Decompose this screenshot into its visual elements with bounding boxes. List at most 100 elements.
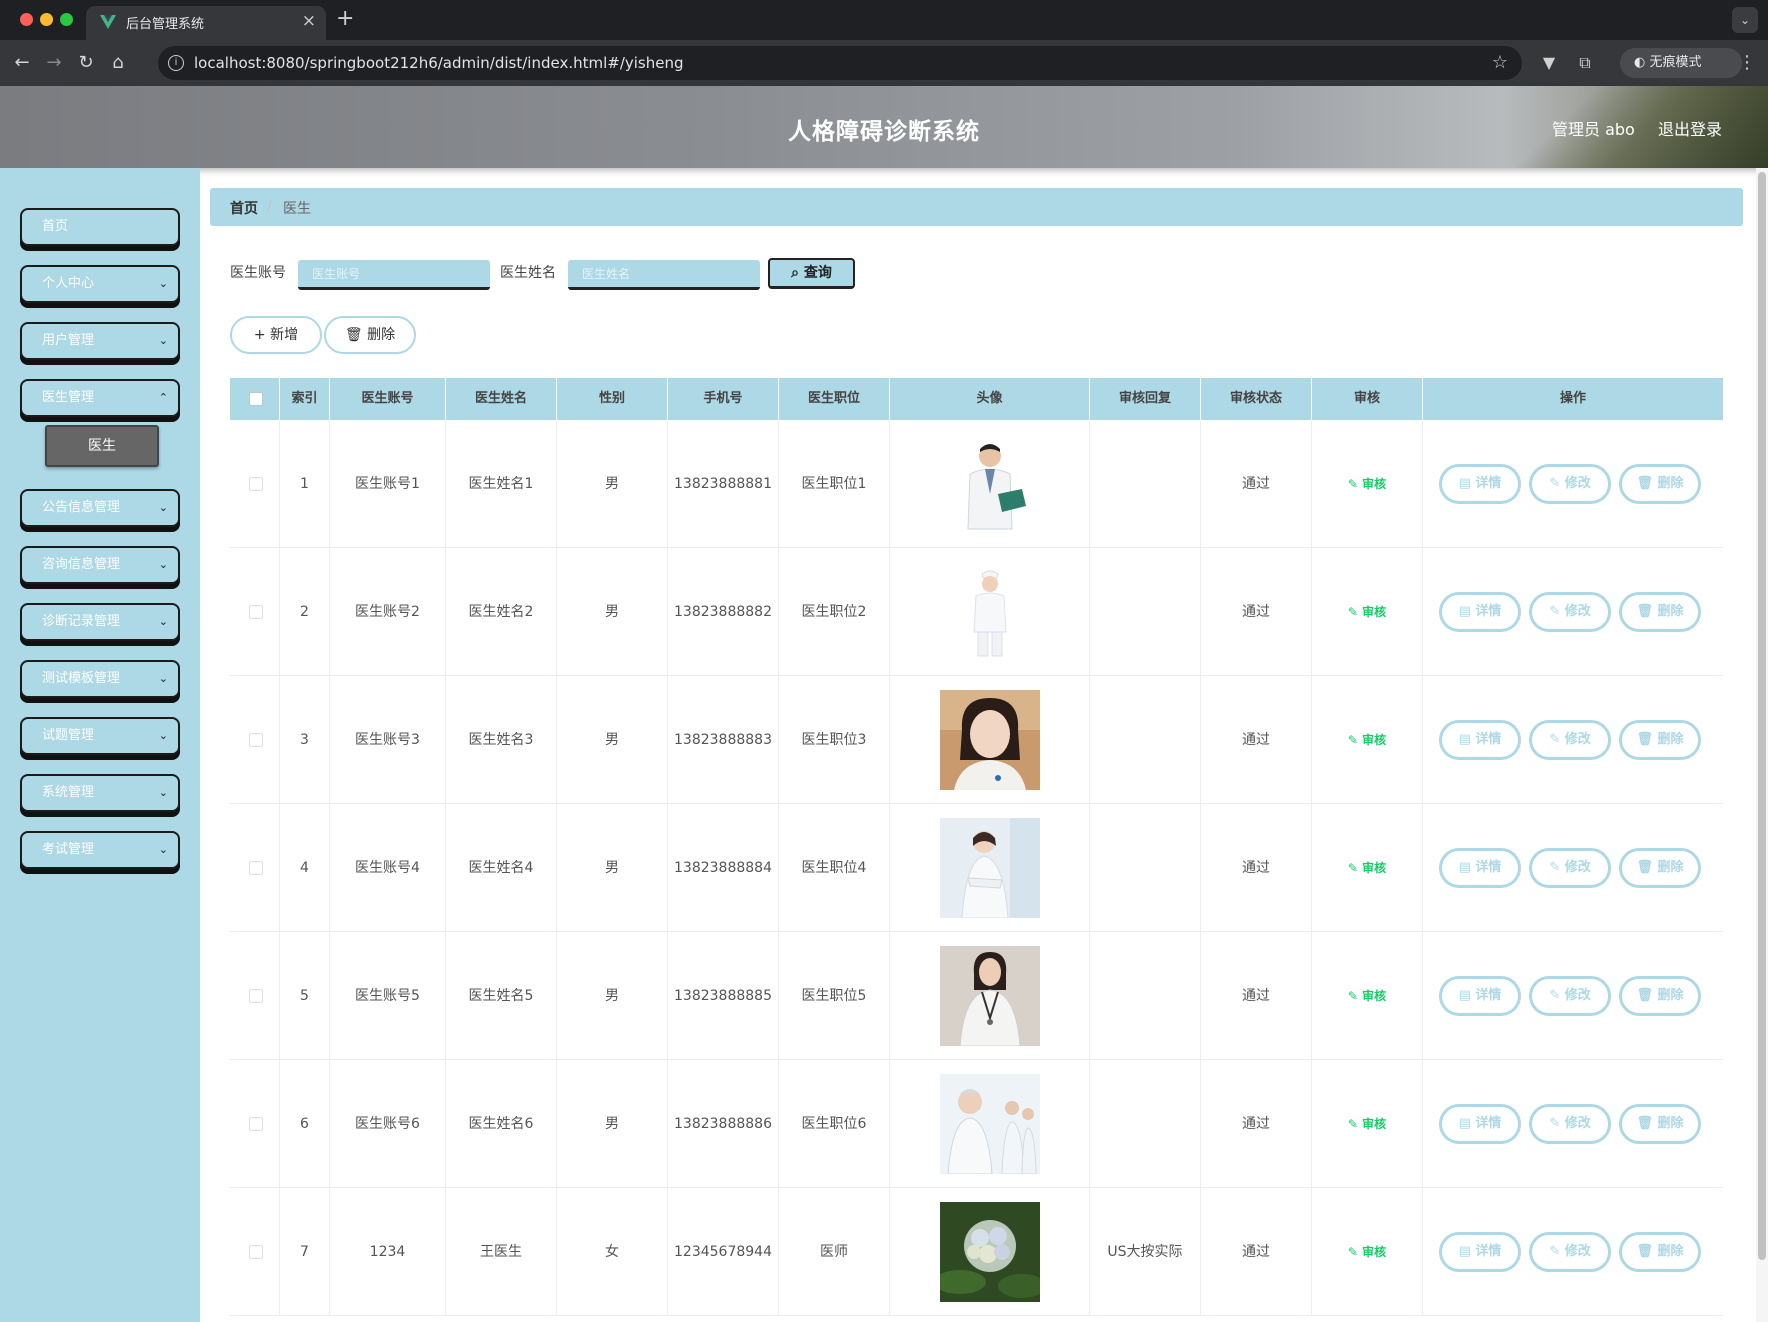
sidebar-item-system-management[interactable]: 系统管理 ⌄ bbox=[20, 774, 180, 812]
sidebar-item-diagnosis-management[interactable]: 诊断记录管理 ⌄ bbox=[20, 603, 180, 641]
row-checkbox[interactable] bbox=[249, 477, 263, 491]
edit-pen-icon: ✎ bbox=[1549, 604, 1561, 619]
audit-link[interactable]: ✎ 审核 bbox=[1348, 733, 1386, 747]
sidebar-item-consultation-management[interactable]: 咨询信息管理 ⌄ bbox=[20, 546, 180, 584]
audit-link[interactable]: ✎ 审核 bbox=[1348, 605, 1386, 619]
tab-close-icon[interactable]: × bbox=[302, 11, 316, 31]
back-icon[interactable]: ← bbox=[10, 51, 34, 75]
cell-phone: 13823888883 bbox=[668, 676, 779, 804]
sidebar-item-exam-management[interactable]: 考试管理 ⌄ bbox=[20, 831, 180, 869]
edit-button-label: 修改 bbox=[1564, 860, 1591, 875]
sidebar-item-personal-center[interactable]: 个人中心 ⌄ bbox=[20, 265, 180, 303]
home-icon[interactable]: ⌂ bbox=[106, 51, 130, 75]
detail-button[interactable]: ▤ 详情 bbox=[1439, 1104, 1521, 1144]
close-window-icon[interactable] bbox=[20, 13, 33, 26]
cell-name: 医生姓名2 bbox=[446, 548, 557, 676]
scrollbar-thumb[interactable] bbox=[1758, 172, 1766, 1260]
row-checkbox[interactable] bbox=[249, 861, 263, 875]
delete-row-button-label: 删除 bbox=[1657, 860, 1684, 875]
vue-devtools-icon[interactable]: ▼ bbox=[1538, 52, 1560, 74]
delete-row-button[interactable]: 🗑 删除 bbox=[1619, 464, 1701, 504]
cell-operations: ▤ 详情 ✎ 修改 🗑 删除 bbox=[1423, 1188, 1723, 1316]
sidebar-item-label: 公告信息管理 bbox=[42, 500, 121, 515]
chevron-down-icon: ⌄ bbox=[158, 672, 168, 685]
edit-button[interactable]: ✎ 修改 bbox=[1529, 1232, 1611, 1272]
column-header: 医生账号 bbox=[330, 378, 446, 420]
row-select-cell bbox=[230, 548, 280, 676]
audit-link[interactable]: ✎ 审核 bbox=[1348, 1117, 1386, 1131]
row-checkbox[interactable] bbox=[249, 1117, 263, 1131]
bookmark-star-icon[interactable]: ☆ bbox=[1492, 52, 1508, 73]
incognito-badge[interactable]: ◐ 无痕模式 bbox=[1620, 48, 1742, 78]
audit-link[interactable]: ✎ 审核 bbox=[1348, 861, 1386, 875]
edit-button[interactable]: ✎ 修改 bbox=[1529, 720, 1611, 760]
row-checkbox[interactable] bbox=[249, 605, 263, 619]
url-text[interactable]: localhost:8080/springboot212h6/admin/dis… bbox=[194, 54, 684, 72]
delete-row-button[interactable]: 🗑 删除 bbox=[1619, 720, 1701, 760]
sidebar-item-announcement-management[interactable]: 公告信息管理 ⌄ bbox=[20, 489, 180, 527]
forward-icon[interactable]: → bbox=[42, 51, 66, 75]
edit-button[interactable]: ✎ 修改 bbox=[1529, 592, 1611, 632]
audit-link[interactable]: ✎ 审核 bbox=[1348, 1245, 1386, 1259]
cell-name: 医生姓名1 bbox=[446, 420, 557, 548]
row-checkbox[interactable] bbox=[249, 1245, 263, 1259]
cell-position: 医生职位1 bbox=[779, 420, 890, 548]
detail-button[interactable]: ▤ 详情 bbox=[1439, 848, 1521, 888]
chevron-down-icon: ⌄ bbox=[158, 334, 168, 347]
address-bar[interactable]: i localhost:8080/springboot212h6/admin/d… bbox=[158, 46, 1522, 80]
minimize-window-icon[interactable] bbox=[40, 13, 53, 26]
delete-row-button[interactable]: 🗑 删除 bbox=[1619, 848, 1701, 888]
delete-row-button[interactable]: 🗑 删除 bbox=[1619, 976, 1701, 1016]
sidebar-item-template-management[interactable]: 测试模板管理 ⌄ bbox=[20, 660, 180, 698]
page-scrollbar[interactable] bbox=[1756, 168, 1768, 1322]
audit-link[interactable]: ✎ 审核 bbox=[1348, 477, 1386, 491]
browser-menu-icon[interactable]: ⋮ bbox=[1738, 52, 1756, 74]
logout-button[interactable]: 退出登录 bbox=[1658, 116, 1722, 140]
delete-row-button[interactable]: 🗑 删除 bbox=[1619, 1104, 1701, 1144]
row-checkbox[interactable] bbox=[249, 989, 263, 1003]
sidebar-item-user-management[interactable]: 用户管理 ⌄ bbox=[20, 322, 180, 360]
detail-button[interactable]: ▤ 详情 bbox=[1439, 1232, 1521, 1272]
edit-button[interactable]: ✎ 修改 bbox=[1529, 976, 1611, 1016]
breadcrumb-current: 医生 bbox=[283, 201, 311, 217]
browser-tab[interactable]: 后台管理系统 × bbox=[86, 6, 326, 40]
cell-operations: ▤ 详情 ✎ 修改 🗑 删除 bbox=[1423, 420, 1723, 548]
column-header: 审核回复 bbox=[1090, 378, 1201, 420]
detail-button[interactable]: ▤ 详情 bbox=[1439, 592, 1521, 632]
breadcrumb-home[interactable]: 首页 bbox=[230, 198, 258, 218]
account-search-input[interactable] bbox=[298, 260, 490, 290]
edit-button[interactable]: ✎ 修改 bbox=[1529, 464, 1611, 504]
row-checkbox[interactable] bbox=[249, 733, 263, 747]
detail-button[interactable]: ▤ 详情 bbox=[1439, 464, 1521, 504]
sidebar-item-question-management[interactable]: 试题管理 ⌄ bbox=[20, 717, 180, 755]
sidebar-subitem-doctor[interactable]: 医生 bbox=[45, 425, 159, 467]
delete-row-button[interactable]: 🗑 删除 bbox=[1619, 1232, 1701, 1272]
row-select-cell bbox=[230, 804, 280, 932]
sidebar-item-home[interactable]: 首页 bbox=[20, 208, 180, 246]
reload-icon[interactable]: ↻ bbox=[74, 51, 98, 75]
site-info-icon[interactable]: i bbox=[168, 55, 184, 71]
detail-button[interactable]: ▤ 详情 bbox=[1439, 720, 1521, 760]
extensions-icon[interactable]: ⧉ bbox=[1574, 52, 1596, 74]
audit-link[interactable]: ✎ 审核 bbox=[1348, 989, 1386, 1003]
audit-link-label: 审核 bbox=[1362, 1117, 1387, 1131]
table-row: 6 医生账号6 医生姓名6 男 13823888886 医生职位6 通过 ✎ 审核 ▤ 详情 … bbox=[230, 1060, 1723, 1188]
cell-index: 5 bbox=[280, 932, 330, 1060]
batch-delete-button[interactable]: 🗑 删除 bbox=[324, 316, 416, 354]
name-search-input[interactable] bbox=[568, 260, 760, 290]
document-icon: ▤ bbox=[1458, 604, 1471, 619]
detail-button[interactable]: ▤ 详情 bbox=[1439, 976, 1521, 1016]
row-select-cell bbox=[230, 420, 280, 548]
tab-search-icon[interactable]: ⌄ bbox=[1732, 7, 1758, 33]
sidebar-item-doctor-management[interactable]: 医生管理 ⌃ bbox=[20, 379, 180, 417]
edit-button[interactable]: ✎ 修改 bbox=[1529, 1104, 1611, 1144]
search-button[interactable]: ⌕ 查询 bbox=[768, 258, 855, 289]
select-all-checkbox[interactable] bbox=[249, 392, 263, 406]
new-tab-button[interactable]: + bbox=[336, 8, 354, 30]
edit-button[interactable]: ✎ 修改 bbox=[1529, 848, 1611, 888]
sidebar-item-label: 系统管理 bbox=[42, 785, 95, 800]
maximize-window-icon[interactable] bbox=[60, 13, 73, 26]
add-button[interactable]: + 新增 bbox=[230, 316, 322, 354]
delete-row-button-label: 删除 bbox=[1657, 1116, 1684, 1131]
delete-row-button[interactable]: 🗑 删除 bbox=[1619, 592, 1701, 632]
